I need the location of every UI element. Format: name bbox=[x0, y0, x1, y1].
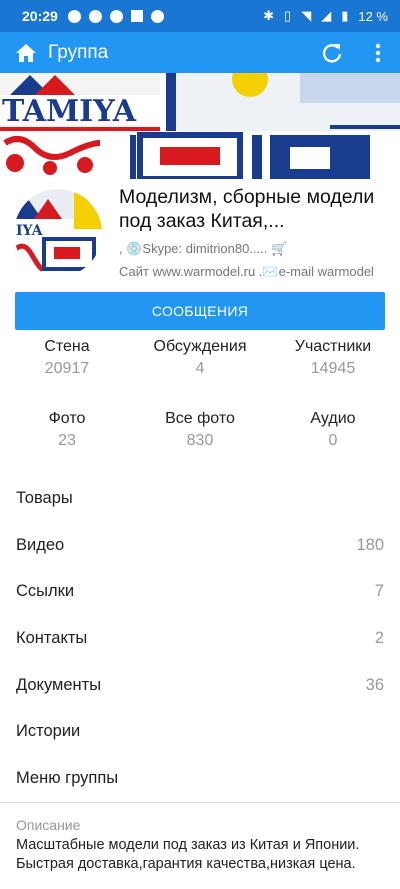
group-status: , 💿Skype: dimitrion80..... 🛒 bbox=[119, 241, 288, 256]
section-count: 180 bbox=[356, 535, 384, 554]
group-name: Моделизм, сборные модели под заказ Китая… bbox=[119, 186, 375, 232]
section-label: Товары bbox=[16, 488, 73, 507]
section-video[interactable]: Видео 180 bbox=[0, 522, 400, 569]
section-stories[interactable]: Истории bbox=[0, 708, 400, 755]
section-count: 7 bbox=[374, 582, 384, 601]
app-icon bbox=[88, 9, 102, 23]
vibrate-icon: ▯ bbox=[284, 8, 292, 23]
counter-value: 20917 bbox=[44, 360, 90, 377]
counter-audio[interactable]: Аудио 0 bbox=[268, 410, 398, 450]
counter-wall[interactable]: Стена 20917 bbox=[2, 338, 132, 378]
section-label: Ссылки bbox=[16, 582, 75, 601]
counter-all-photos[interactable]: Все фото 830 bbox=[135, 410, 265, 450]
section-label: Документы bbox=[16, 675, 102, 694]
rocket-icon bbox=[150, 9, 164, 23]
app-bar: Группа bbox=[0, 32, 400, 73]
status-time: 20:29 bbox=[22, 8, 58, 24]
wifi-icon: ◥ bbox=[301, 8, 312, 23]
more-options-icon[interactable] bbox=[366, 41, 390, 65]
description-label: Описание bbox=[16, 817, 81, 833]
svg-text:IYA: IYA bbox=[16, 223, 44, 239]
section-label: Видео bbox=[16, 535, 65, 554]
messenger-icon bbox=[67, 9, 81, 23]
counter-label: Все фото bbox=[165, 410, 235, 427]
telegram-icon bbox=[109, 9, 123, 23]
counter-label: Участники bbox=[294, 338, 372, 355]
counter-value: 0 bbox=[328, 432, 338, 449]
section-group-menu[interactable]: Меню группы bbox=[0, 755, 400, 802]
counter-label: Аудио bbox=[310, 410, 356, 427]
group-avatar[interactable]: IYA bbox=[14, 189, 102, 277]
description-text: Масштабные модели под заказ из Китая и Я… bbox=[16, 837, 360, 872]
section-goods[interactable]: Товары bbox=[0, 475, 400, 522]
cover-brand-text: TAMIYA bbox=[2, 94, 137, 129]
page-title: Группа bbox=[48, 41, 109, 63]
group-site: Сайт www.warmodel.ru .✉️e-mail warmodel bbox=[119, 264, 374, 279]
counter-label: Фото bbox=[48, 410, 86, 427]
vk-icon bbox=[130, 10, 143, 22]
bluetooth-icon: ✱ bbox=[263, 8, 275, 23]
counter-members[interactable]: Участники 14945 bbox=[268, 338, 398, 378]
cover-image: TAMIYA bbox=[0, 73, 400, 179]
home-icon[interactable] bbox=[14, 41, 38, 65]
counter-discussions[interactable]: Обсуждения 4 bbox=[135, 338, 265, 378]
counter-value: 14945 bbox=[310, 360, 356, 377]
section-contacts[interactable]: Контакты 2 bbox=[0, 615, 400, 662]
counter-value: 830 bbox=[186, 432, 214, 449]
status-bar: 20:29 ✱ ▯ ◥ ◢ ▮ 12 % bbox=[0, 0, 400, 32]
section-count: 36 bbox=[365, 675, 384, 694]
counter-label: Стена bbox=[44, 338, 90, 355]
counter-value: 4 bbox=[195, 360, 205, 377]
section-label: Истории bbox=[16, 722, 81, 741]
battery-percent: 12 % bbox=[358, 8, 388, 24]
section-label: Контакты bbox=[16, 628, 88, 647]
section-documents[interactable]: Документы 36 bbox=[0, 662, 400, 709]
counter-value: 23 bbox=[58, 432, 76, 449]
refresh-icon[interactable] bbox=[320, 41, 344, 65]
divider bbox=[0, 802, 400, 803]
counter-label: Обсуждения bbox=[153, 338, 247, 355]
section-links[interactable]: Ссылки 7 bbox=[0, 568, 400, 615]
signal-icon: ◢ bbox=[321, 8, 332, 23]
section-label: Меню группы bbox=[16, 768, 119, 787]
messages-button[interactable]: СООБЩЕНИЯ bbox=[15, 292, 385, 330]
system-icons: ✱ ▯ ◥ ◢ ▮ 12 % bbox=[263, 8, 388, 24]
section-count: 2 bbox=[374, 628, 384, 647]
battery-icon: ▮ bbox=[341, 8, 349, 23]
counter-photos[interactable]: Фото 23 bbox=[2, 410, 132, 450]
notification-icons bbox=[67, 9, 164, 23]
section-list: Товары Видео 180 Ссылки 7 Контакты 2 Док… bbox=[0, 475, 400, 802]
